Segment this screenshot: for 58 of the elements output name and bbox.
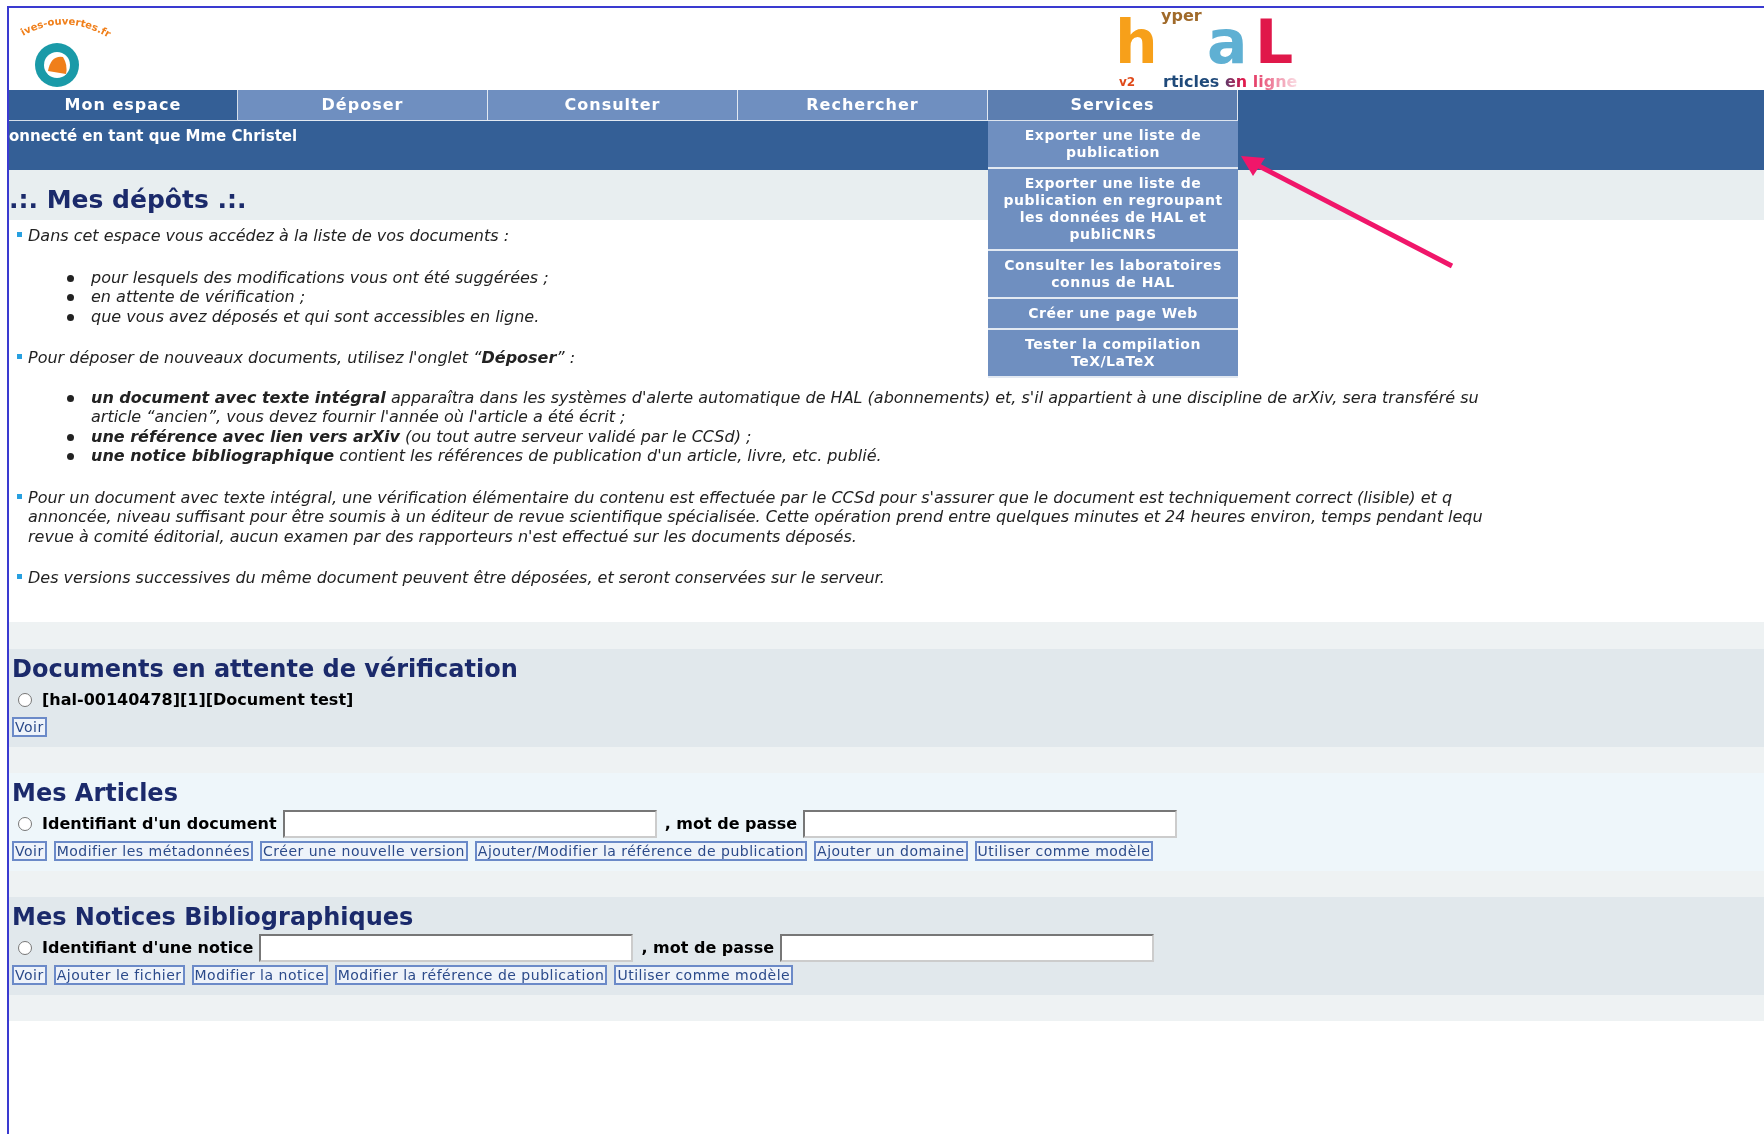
bullet-icon — [67, 453, 74, 460]
action-button[interactable]: Modifier la notice — [191, 964, 328, 985]
bullet-icon — [67, 313, 74, 321]
bullet-icon — [67, 294, 74, 301]
logo-letter: h — [1115, 12, 1158, 72]
logo-text: rticles en ligne — [1163, 74, 1298, 90]
identifier-field[interactable] — [259, 933, 634, 962]
paragraph: Pour un document avec texte intégral, une vérification élémentaire du contenu est effectuée par le CCSd pour s'assurer que le document est techniquement correct (lisible) et q annoncée, niveau suffisant pour être soumis à un éditeur de revue scientifique spécialisée. Cette opération prend entre quelques minutes et 24 heures environ, temps pendant lequ revue à comité éditorial, aucun examen par des rapporteurs n'est effectué sur les documents déposés. — [28, 487, 1483, 546]
radio-button[interactable] — [18, 692, 32, 707]
logo-letter: L — [1255, 12, 1294, 72]
password-label: , mot de passe — [641, 936, 774, 959]
site-logo-icon — [35, 43, 79, 87]
radio-button[interactable] — [18, 816, 32, 831]
bullet-icon — [17, 232, 22, 237]
logo-text: yper — [1161, 8, 1202, 24]
list-item-text: en attente de vérification ; — [91, 287, 306, 307]
bullet-icon — [17, 354, 22, 359]
section-title: Documents en attente de vérification — [12, 653, 519, 685]
action-button[interactable]: Modifier la référence de publication — [334, 964, 608, 985]
password-field[interactable] — [803, 809, 1178, 838]
password-field[interactable] — [780, 933, 1154, 962]
list-item-text: que vous avez déposés et qui sont accessibles en ligne. — [91, 306, 540, 326]
action-button[interactable]: Créer une nouvelle version — [260, 840, 468, 861]
bullet-icon — [17, 493, 22, 499]
radio-label: Identifiant d'un document — [42, 812, 277, 835]
version-label: v2 — [1119, 76, 1136, 88]
section-title: Mes Notices Bibliographiques — [12, 901, 415, 933]
logo-letter: a — [1207, 12, 1248, 72]
action-button[interactable]: Ajouter/Modifier la référence de publication — [474, 840, 808, 861]
paragraph: Des versions successives du même document peuvent être déposées, et seront conservées sur le serveur. — [28, 568, 885, 588]
page-title: .:. Mes dépôts .:. — [9, 183, 247, 216]
action-button[interactable]: Ajouter le fichier — [53, 964, 185, 985]
list-item-text: un document avec texte intégral apparaîtra dans les systèmes d'alerte automatique de HAL (abonnements) et, s'il appartient à une discipline de arXiv, sera transféré su article “ancien”, vous devez fournir l'année où l'article a été écrit ; — [91, 387, 1479, 427]
action-button[interactable]: Ajouter un domaine — [814, 840, 968, 861]
identifier-field[interactable] — [282, 809, 657, 838]
action-button[interactable]: Utiliser comme modèle — [974, 840, 1154, 861]
nav-tab[interactable]: Services — [988, 90, 1238, 121]
radio-label: Identifiant d'une notice — [42, 936, 254, 959]
user-status: onnecté en tant que Mme Christel — [9, 126, 298, 147]
bullet-icon — [67, 394, 74, 402]
bullet-icon — [67, 433, 74, 441]
action-button[interactable]: Voir — [12, 716, 47, 737]
paragraph: Dans cet espace vous accédez à la liste de vos documents : — [28, 226, 510, 246]
paragraph: Pour déposer de nouveaux documents, utilisez l'onglet “Déposer” : — [28, 348, 576, 368]
password-label: , mot de passe — [664, 812, 798, 835]
radio-label: [hal-00140478][1][Document test] — [42, 688, 354, 711]
action-button[interactable]: Voir — [12, 964, 47, 985]
action-button[interactable]: Voir — [12, 840, 47, 861]
bullet-icon — [67, 274, 74, 282]
list-item-text: une référence avec lien vers arXiv (ou tout autre serveur validé par le CCSd) ; — [91, 426, 752, 446]
action-button[interactable]: Modifier les métadonnées — [53, 840, 254, 861]
radio-button[interactable] — [18, 940, 32, 955]
nav-tab[interactable]: Mon espace — [9, 90, 238, 121]
list-item-text: pour lesquels des modifications vous ont été suggérées ; — [91, 267, 549, 287]
action-button[interactable]: Utiliser comme modèle — [614, 964, 794, 985]
section-title: Mes Articles — [12, 777, 179, 809]
bullet-icon — [17, 574, 22, 579]
list-item-text: une notice bibliographique contient les références de publication d'un article, livre, etc. publié. — [91, 446, 882, 466]
